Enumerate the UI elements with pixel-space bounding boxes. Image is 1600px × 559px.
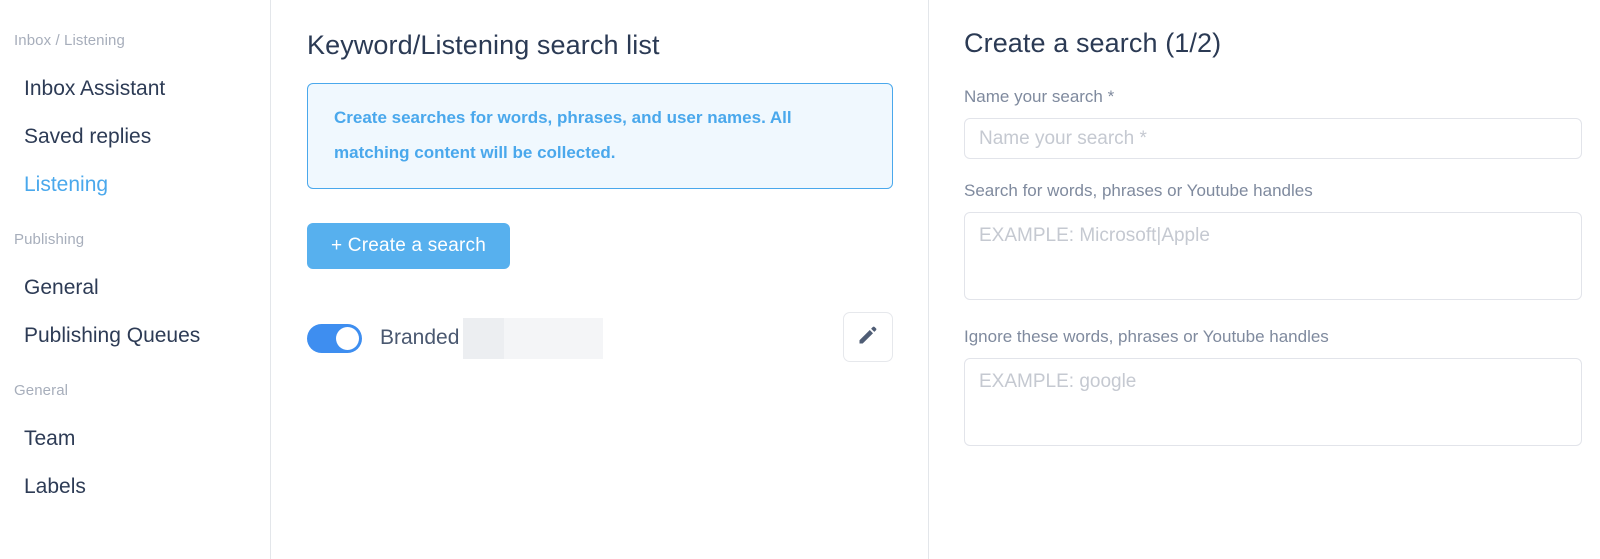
sidebar-item-general-publishing[interactable]: General bbox=[0, 264, 270, 312]
label-ignore-terms: Ignore these words, phrases or Youtube h… bbox=[964, 327, 1329, 346]
field-search-terms: Search for words, phrases or Youtube han… bbox=[964, 181, 1582, 305]
pencil-icon bbox=[856, 323, 880, 352]
sidebar-group-label-general: General bbox=[14, 382, 69, 399]
sidebar-group-label-publishing: Publishing bbox=[14, 231, 85, 248]
sidebar-group-inbox-listening: Inbox / Listening Inbox Assistant Saved … bbox=[0, 32, 270, 209]
placeholder-block-light bbox=[504, 317, 604, 359]
sidebar-item-publishing-queues[interactable]: Publishing Queues bbox=[0, 312, 270, 360]
saved-search-row: Branded bbox=[307, 312, 893, 362]
search-terms-textarea[interactable] bbox=[964, 212, 1582, 300]
field-name-your-search: Name your search * bbox=[964, 87, 1582, 159]
edit-search-button[interactable] bbox=[843, 312, 893, 362]
sidebar-group-general: General Team Labels bbox=[0, 382, 270, 511]
sidebar-item-labels[interactable]: Labels bbox=[0, 463, 270, 511]
sidebar-item-inbox-assistant[interactable]: Inbox Assistant bbox=[0, 65, 270, 113]
sidebar: Inbox / Listening Inbox Assistant Saved … bbox=[0, 0, 271, 559]
toggle-knob bbox=[336, 326, 359, 350]
sidebar-group-label-inbox-listening: Inbox / Listening bbox=[14, 32, 125, 49]
sidebar-item-listening[interactable]: Listening bbox=[0, 161, 270, 209]
sidebar-item-saved-replies[interactable]: Saved replies bbox=[0, 113, 270, 161]
label-search-terms: Search for words, phrases or Youtube han… bbox=[964, 181, 1313, 200]
ignore-terms-textarea[interactable] bbox=[964, 358, 1582, 446]
settings-page: Inbox / Listening Inbox Assistant Saved … bbox=[0, 0, 1600, 559]
create-search-panel: Create a search (1/2) Name your search *… bbox=[929, 0, 1600, 559]
create-search-title: Create a search (1/2) bbox=[964, 28, 1222, 58]
sidebar-item-team[interactable]: Team bbox=[0, 415, 270, 463]
search-enabled-toggle[interactable] bbox=[307, 323, 362, 353]
info-banner: Create searches for words, phrases, and … bbox=[307, 83, 893, 189]
search-name-input[interactable] bbox=[964, 118, 1582, 159]
field-ignore-terms: Ignore these words, phrases or Youtube h… bbox=[964, 327, 1582, 451]
placeholder-block-dark bbox=[463, 317, 505, 359]
sidebar-group-publishing: Publishing General Publishing Queues bbox=[0, 231, 270, 360]
search-list-panel: Keyword/Listening search list Create sea… bbox=[271, 0, 929, 559]
label-name-your-search: Name your search * bbox=[964, 87, 1115, 106]
loading-placeholder bbox=[463, 317, 604, 359]
saved-search-name: Branded bbox=[380, 326, 460, 349]
create-search-button[interactable]: + Create a search bbox=[307, 223, 510, 269]
page-title: Keyword/Listening search list bbox=[307, 30, 660, 60]
